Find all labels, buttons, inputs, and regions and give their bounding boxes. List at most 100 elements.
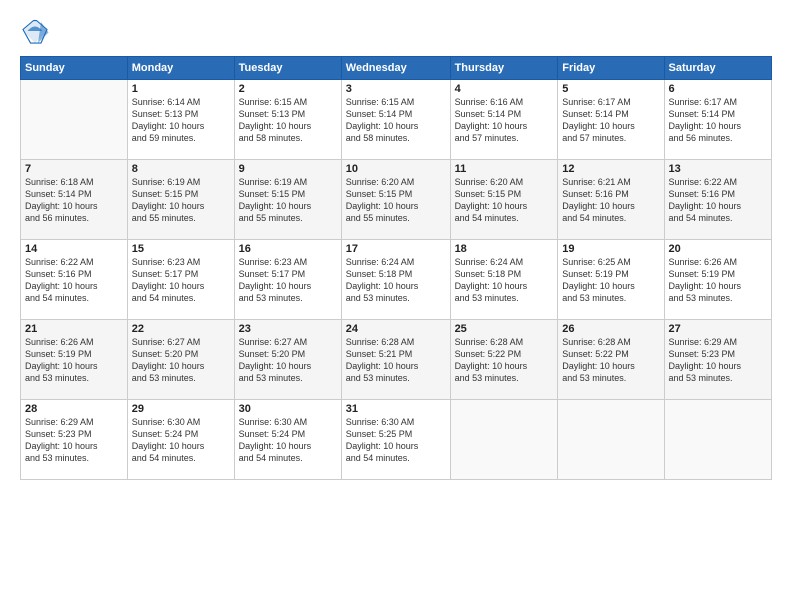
- calendar-cell: 26Sunrise: 6:28 AM Sunset: 5:22 PM Dayli…: [558, 320, 664, 400]
- calendar-cell: 19Sunrise: 6:25 AM Sunset: 5:19 PM Dayli…: [558, 240, 664, 320]
- calendar-cell: 4Sunrise: 6:16 AM Sunset: 5:14 PM Daylig…: [450, 80, 558, 160]
- day-number: 29: [132, 403, 230, 415]
- day-info: Sunrise: 6:23 AM Sunset: 5:17 PM Dayligh…: [239, 256, 337, 305]
- day-number: 20: [669, 243, 767, 255]
- day-info: Sunrise: 6:25 AM Sunset: 5:19 PM Dayligh…: [562, 256, 659, 305]
- day-number: 30: [239, 403, 337, 415]
- header-row: SundayMondayTuesdayWednesdayThursdayFrid…: [21, 57, 772, 80]
- calendar-cell: 8Sunrise: 6:19 AM Sunset: 5:15 PM Daylig…: [127, 160, 234, 240]
- calendar-cell: 29Sunrise: 6:30 AM Sunset: 5:24 PM Dayli…: [127, 400, 234, 480]
- calendar-cell: 3Sunrise: 6:15 AM Sunset: 5:14 PM Daylig…: [341, 80, 450, 160]
- calendar-cell: [21, 80, 128, 160]
- day-info: Sunrise: 6:22 AM Sunset: 5:16 PM Dayligh…: [669, 176, 767, 225]
- calendar-cell: 6Sunrise: 6:17 AM Sunset: 5:14 PM Daylig…: [664, 80, 771, 160]
- day-header: Sunday: [21, 57, 128, 80]
- day-header: Friday: [558, 57, 664, 80]
- header: [20, 16, 772, 46]
- day-info: Sunrise: 6:23 AM Sunset: 5:17 PM Dayligh…: [132, 256, 230, 305]
- calendar-cell: 1Sunrise: 6:14 AM Sunset: 5:13 PM Daylig…: [127, 80, 234, 160]
- day-number: 24: [346, 323, 446, 335]
- calendar-cell: 23Sunrise: 6:27 AM Sunset: 5:20 PM Dayli…: [234, 320, 341, 400]
- calendar-cell: 22Sunrise: 6:27 AM Sunset: 5:20 PM Dayli…: [127, 320, 234, 400]
- day-number: 22: [132, 323, 230, 335]
- calendar-cell: 5Sunrise: 6:17 AM Sunset: 5:14 PM Daylig…: [558, 80, 664, 160]
- calendar-cell: 15Sunrise: 6:23 AM Sunset: 5:17 PM Dayli…: [127, 240, 234, 320]
- day-number: 17: [346, 243, 446, 255]
- calendar-cell: 28Sunrise: 6:29 AM Sunset: 5:23 PM Dayli…: [21, 400, 128, 480]
- calendar-cell: 18Sunrise: 6:24 AM Sunset: 5:18 PM Dayli…: [450, 240, 558, 320]
- day-info: Sunrise: 6:28 AM Sunset: 5:22 PM Dayligh…: [455, 336, 554, 385]
- logo-icon: [20, 16, 50, 46]
- calendar-cell: [450, 400, 558, 480]
- day-info: Sunrise: 6:20 AM Sunset: 5:15 PM Dayligh…: [346, 176, 446, 225]
- calendar-cell: 11Sunrise: 6:20 AM Sunset: 5:15 PM Dayli…: [450, 160, 558, 240]
- calendar-cell: 25Sunrise: 6:28 AM Sunset: 5:22 PM Dayli…: [450, 320, 558, 400]
- day-number: 25: [455, 323, 554, 335]
- day-info: Sunrise: 6:24 AM Sunset: 5:18 PM Dayligh…: [455, 256, 554, 305]
- day-number: 10: [346, 163, 446, 175]
- day-number: 5: [562, 83, 659, 95]
- calendar-table: SundayMondayTuesdayWednesdayThursdayFrid…: [20, 56, 772, 480]
- calendar-cell: 17Sunrise: 6:24 AM Sunset: 5:18 PM Dayli…: [341, 240, 450, 320]
- calendar-cell: 14Sunrise: 6:22 AM Sunset: 5:16 PM Dayli…: [21, 240, 128, 320]
- day-info: Sunrise: 6:27 AM Sunset: 5:20 PM Dayligh…: [239, 336, 337, 385]
- day-number: 21: [25, 323, 123, 335]
- day-number: 23: [239, 323, 337, 335]
- calendar-week-row: 28Sunrise: 6:29 AM Sunset: 5:23 PM Dayli…: [21, 400, 772, 480]
- day-info: Sunrise: 6:30 AM Sunset: 5:24 PM Dayligh…: [132, 416, 230, 465]
- calendar-cell: 20Sunrise: 6:26 AM Sunset: 5:19 PM Dayli…: [664, 240, 771, 320]
- calendar-cell: 2Sunrise: 6:15 AM Sunset: 5:13 PM Daylig…: [234, 80, 341, 160]
- day-info: Sunrise: 6:30 AM Sunset: 5:24 PM Dayligh…: [239, 416, 337, 465]
- day-info: Sunrise: 6:20 AM Sunset: 5:15 PM Dayligh…: [455, 176, 554, 225]
- day-info: Sunrise: 6:28 AM Sunset: 5:22 PM Dayligh…: [562, 336, 659, 385]
- calendar-cell: 13Sunrise: 6:22 AM Sunset: 5:16 PM Dayli…: [664, 160, 771, 240]
- day-number: 18: [455, 243, 554, 255]
- day-number: 2: [239, 83, 337, 95]
- day-info: Sunrise: 6:28 AM Sunset: 5:21 PM Dayligh…: [346, 336, 446, 385]
- calendar-cell: 12Sunrise: 6:21 AM Sunset: 5:16 PM Dayli…: [558, 160, 664, 240]
- calendar-cell: [558, 400, 664, 480]
- day-info: Sunrise: 6:17 AM Sunset: 5:14 PM Dayligh…: [669, 96, 767, 145]
- calendar-cell: 9Sunrise: 6:19 AM Sunset: 5:15 PM Daylig…: [234, 160, 341, 240]
- logo: [20, 16, 54, 46]
- day-number: 13: [669, 163, 767, 175]
- day-info: Sunrise: 6:18 AM Sunset: 5:14 PM Dayligh…: [25, 176, 123, 225]
- calendar-cell: 24Sunrise: 6:28 AM Sunset: 5:21 PM Dayli…: [341, 320, 450, 400]
- day-header: Wednesday: [341, 57, 450, 80]
- day-number: 19: [562, 243, 659, 255]
- day-info: Sunrise: 6:29 AM Sunset: 5:23 PM Dayligh…: [25, 416, 123, 465]
- calendar-cell: [664, 400, 771, 480]
- day-header: Tuesday: [234, 57, 341, 80]
- calendar-cell: 30Sunrise: 6:30 AM Sunset: 5:24 PM Dayli…: [234, 400, 341, 480]
- day-info: Sunrise: 6:29 AM Sunset: 5:23 PM Dayligh…: [669, 336, 767, 385]
- day-header: Monday: [127, 57, 234, 80]
- day-number: 31: [346, 403, 446, 415]
- calendar-cell: 31Sunrise: 6:30 AM Sunset: 5:25 PM Dayli…: [341, 400, 450, 480]
- day-number: 28: [25, 403, 123, 415]
- calendar-cell: 27Sunrise: 6:29 AM Sunset: 5:23 PM Dayli…: [664, 320, 771, 400]
- calendar-week-row: 1Sunrise: 6:14 AM Sunset: 5:13 PM Daylig…: [21, 80, 772, 160]
- day-number: 27: [669, 323, 767, 335]
- day-info: Sunrise: 6:15 AM Sunset: 5:14 PM Dayligh…: [346, 96, 446, 145]
- day-info: Sunrise: 6:17 AM Sunset: 5:14 PM Dayligh…: [562, 96, 659, 145]
- day-info: Sunrise: 6:19 AM Sunset: 5:15 PM Dayligh…: [132, 176, 230, 225]
- day-info: Sunrise: 6:21 AM Sunset: 5:16 PM Dayligh…: [562, 176, 659, 225]
- calendar-week-row: 7Sunrise: 6:18 AM Sunset: 5:14 PM Daylig…: [21, 160, 772, 240]
- calendar-week-row: 14Sunrise: 6:22 AM Sunset: 5:16 PM Dayli…: [21, 240, 772, 320]
- day-info: Sunrise: 6:14 AM Sunset: 5:13 PM Dayligh…: [132, 96, 230, 145]
- day-info: Sunrise: 6:26 AM Sunset: 5:19 PM Dayligh…: [669, 256, 767, 305]
- day-header: Thursday: [450, 57, 558, 80]
- day-number: 8: [132, 163, 230, 175]
- day-number: 12: [562, 163, 659, 175]
- day-number: 15: [132, 243, 230, 255]
- day-number: 14: [25, 243, 123, 255]
- day-number: 4: [455, 83, 554, 95]
- day-number: 16: [239, 243, 337, 255]
- day-info: Sunrise: 6:19 AM Sunset: 5:15 PM Dayligh…: [239, 176, 337, 225]
- day-info: Sunrise: 6:26 AM Sunset: 5:19 PM Dayligh…: [25, 336, 123, 385]
- day-info: Sunrise: 6:22 AM Sunset: 5:16 PM Dayligh…: [25, 256, 123, 305]
- day-number: 26: [562, 323, 659, 335]
- day-info: Sunrise: 6:30 AM Sunset: 5:25 PM Dayligh…: [346, 416, 446, 465]
- day-number: 1: [132, 83, 230, 95]
- day-number: 11: [455, 163, 554, 175]
